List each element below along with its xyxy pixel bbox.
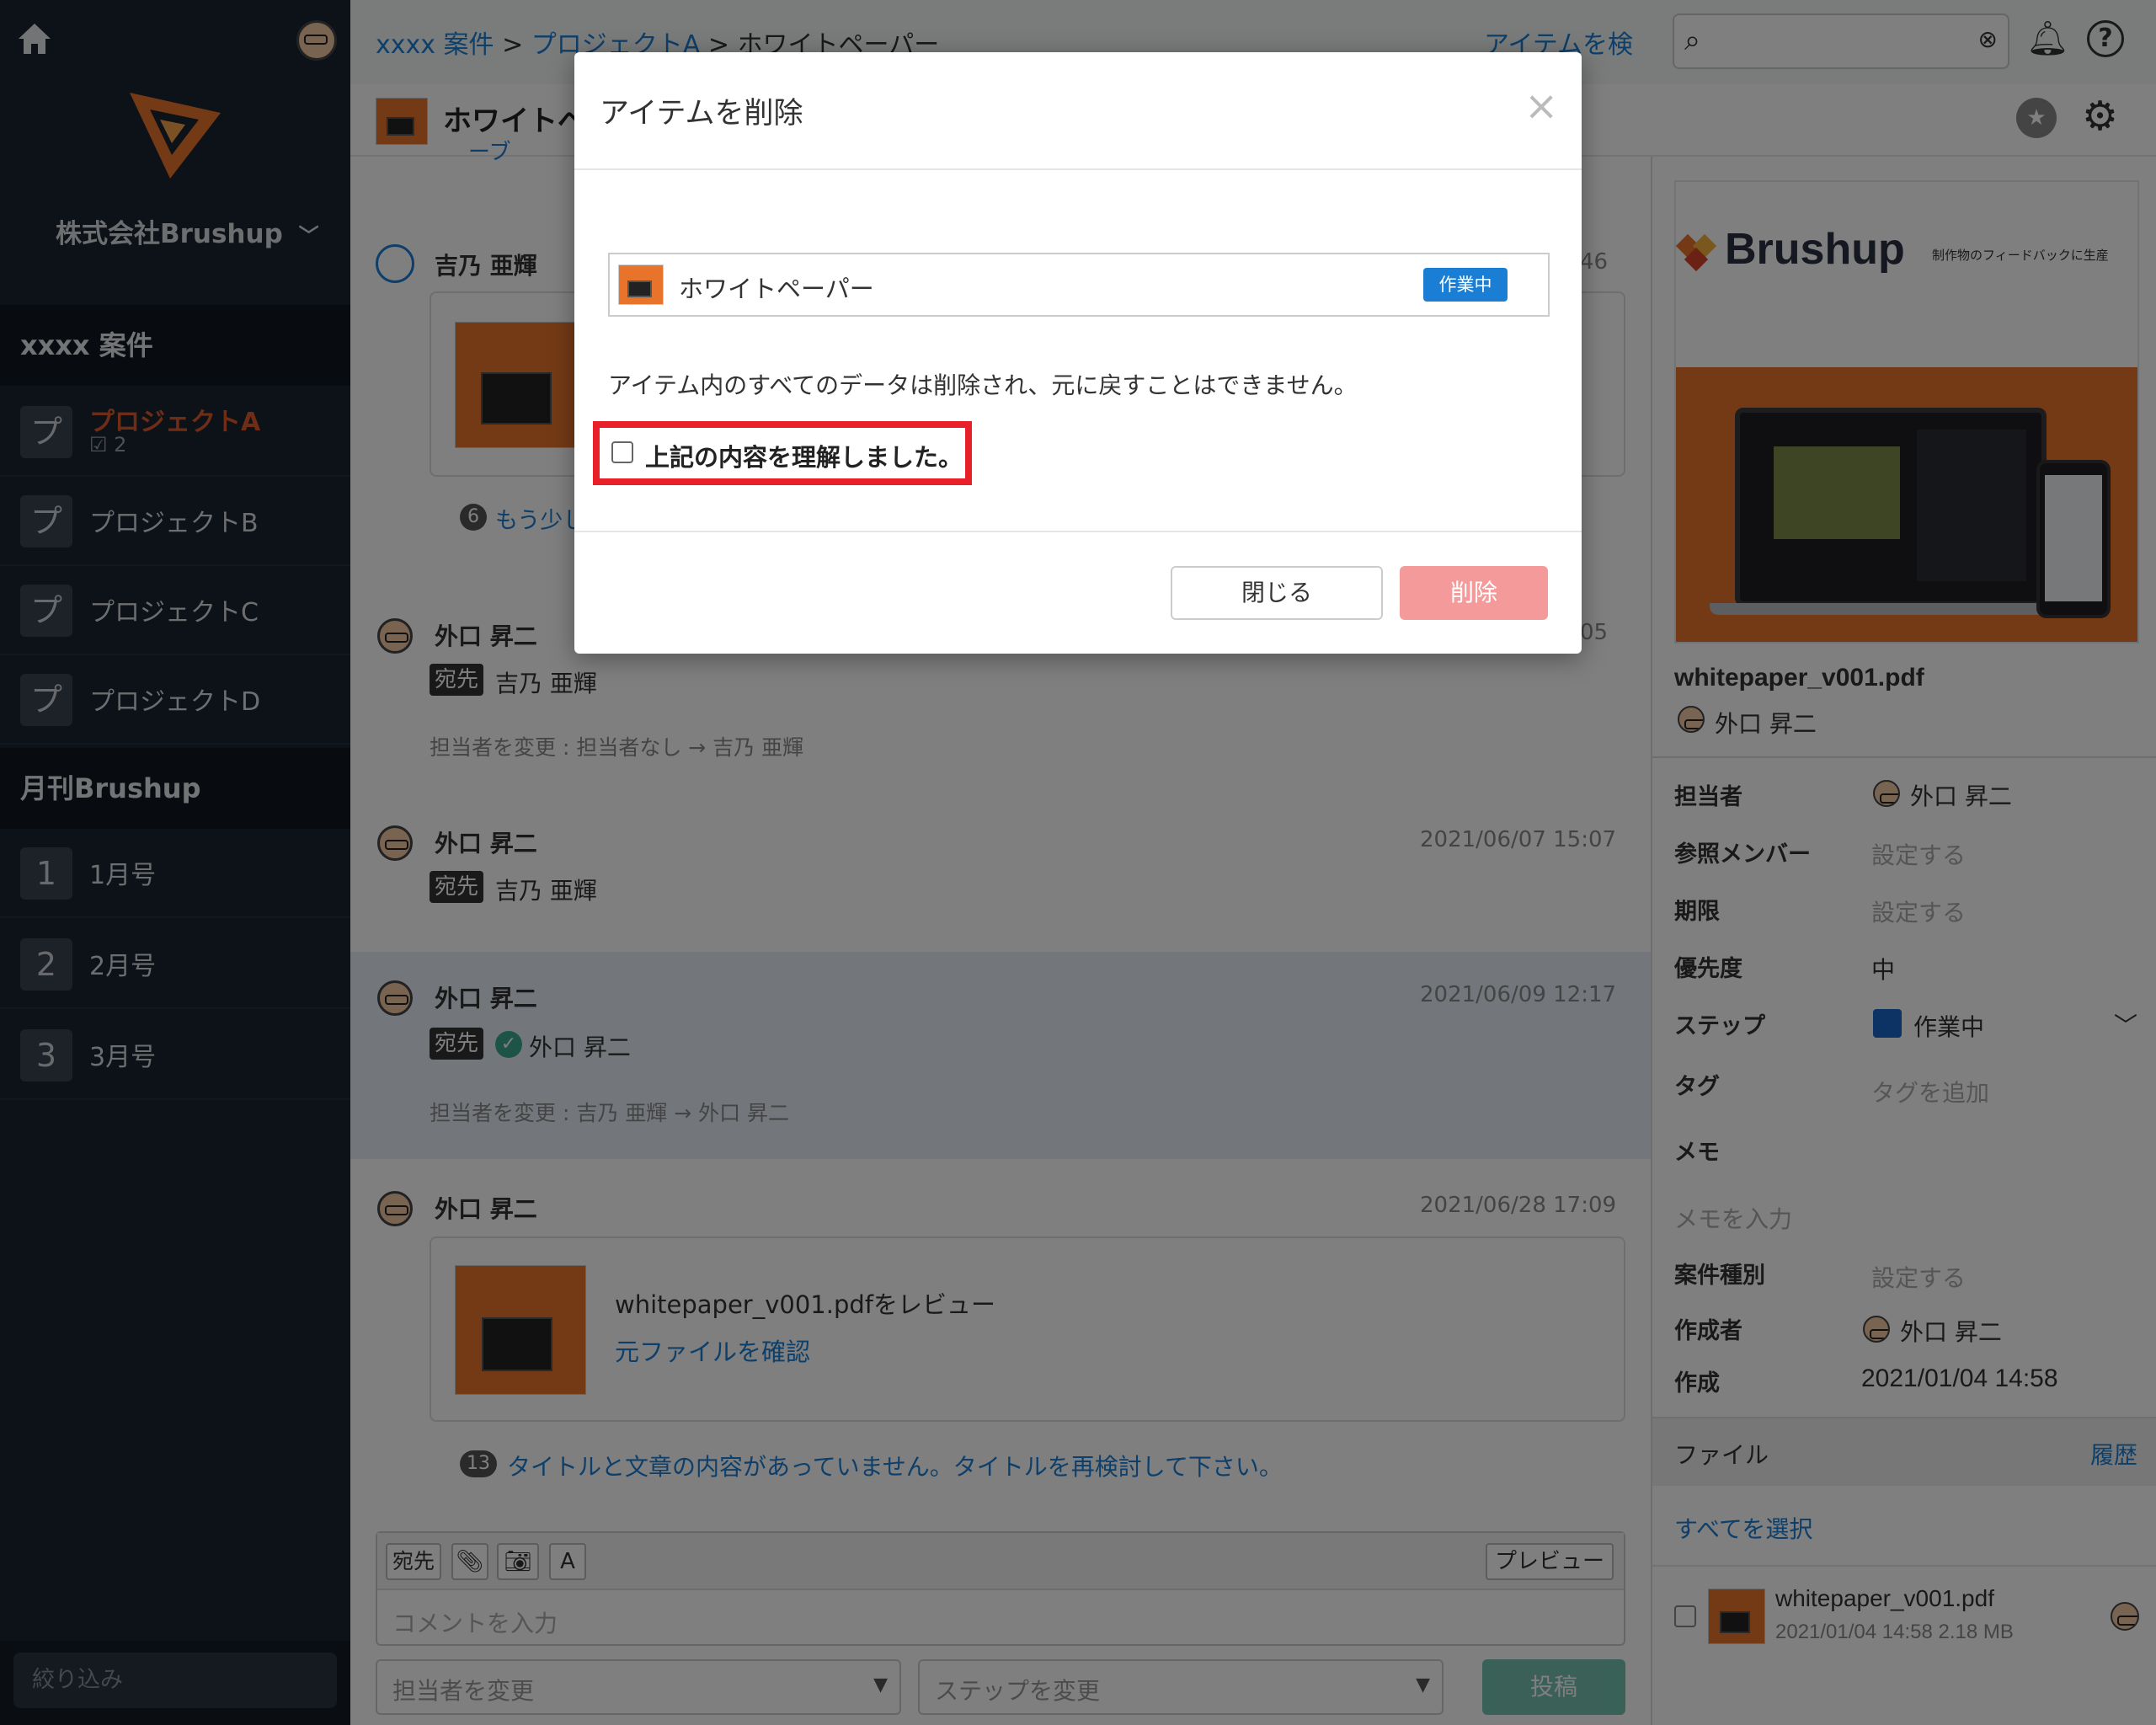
warning-text: アイテム内のすべてのデータは削除され、元に戻すことはできません。 xyxy=(608,371,1358,399)
item-card: ホワイトペーパー 作業中 xyxy=(608,253,1550,317)
divider xyxy=(574,531,1582,532)
confirm-label[interactable]: 上記の内容を理解しました。 xyxy=(645,438,963,473)
delete-item-dialog: アイテムを削除 × ホワイトペーパー 作業中 アイテム内のすべてのデータは削除さ… xyxy=(574,52,1582,654)
confirm-checkbox[interactable] xyxy=(611,441,633,463)
delete-button[interactable]: 削除 xyxy=(1400,566,1548,620)
status-badge: 作業中 xyxy=(1423,268,1508,302)
close-button[interactable]: 閉じる xyxy=(1171,566,1383,620)
item-card-thumbnail xyxy=(618,264,664,305)
item-card-name: ホワイトペーパー xyxy=(679,275,874,303)
divider xyxy=(574,168,1582,170)
dialog-title: アイテムを削除 xyxy=(600,97,803,131)
close-icon[interactable]: × xyxy=(1524,86,1558,126)
